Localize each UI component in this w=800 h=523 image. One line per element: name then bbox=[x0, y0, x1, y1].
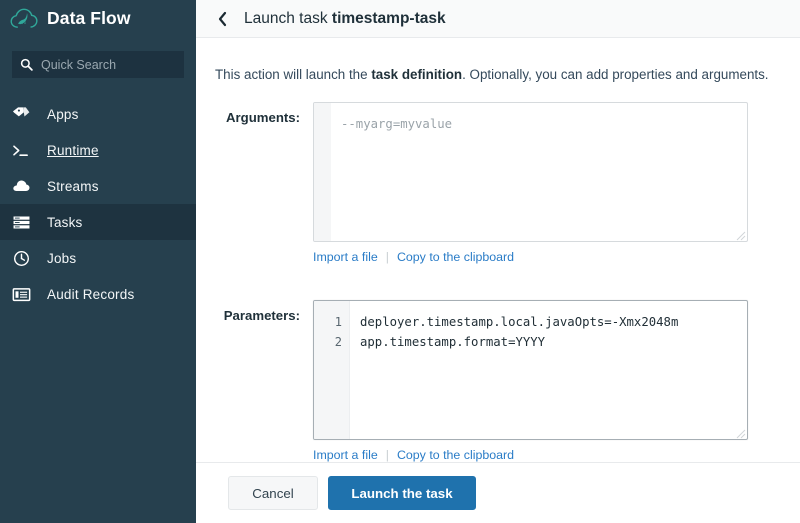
cloud-icon bbox=[11, 177, 31, 195]
sidebar-nav: Apps Runtime Streams Tasks Jobs Audit Re… bbox=[0, 96, 196, 312]
sidebar-item-label: Apps bbox=[47, 106, 79, 122]
parameters-line: deployer.timestamp.local.javaOpts=-Xmx20… bbox=[360, 315, 679, 330]
arguments-label: Arguments: bbox=[226, 110, 300, 126]
sidebar-item-label: Audit Records bbox=[47, 286, 135, 302]
search-input[interactable] bbox=[41, 57, 176, 72]
tags-icon bbox=[11, 105, 31, 123]
gutter-line-number: 1 bbox=[334, 315, 342, 330]
application-root: STU Data Flow Quick Search Apps Runtime … bbox=[0, 0, 800, 523]
sidebar-item-label: Jobs bbox=[47, 250, 77, 266]
parameters-link-separator: | bbox=[385, 448, 389, 462]
intro-bold: task definition bbox=[371, 67, 463, 82]
page-title-target: timestamp-task bbox=[331, 9, 446, 27]
parameters-resize-handle[interactable] bbox=[734, 426, 746, 439]
gutter-line-number: 2 bbox=[334, 335, 342, 350]
arguments-import-file-link[interactable]: Import a file bbox=[313, 250, 378, 264]
search-icon bbox=[20, 58, 33, 71]
terminal-icon bbox=[11, 141, 31, 159]
sidebar-item-label: Streams bbox=[47, 178, 99, 194]
cancel-button[interactable]: Cancel bbox=[228, 476, 318, 510]
parameters-field-row: Parameters: 12 deployer.timestamp.local.… bbox=[196, 300, 800, 462]
sidebar-item-runtime[interactable]: Runtime bbox=[0, 132, 196, 168]
form-body: This action will launch the task definit… bbox=[196, 38, 800, 462]
parameters-editor[interactable]: 12 deployer.timestamp.local.javaOpts=-Xm… bbox=[313, 300, 748, 441]
arguments-gutter bbox=[314, 103, 331, 242]
page-title: Launch task timestamp-task bbox=[244, 10, 446, 28]
list-card-icon bbox=[11, 285, 31, 303]
arguments-links: Import a file | Copy to the clipboard bbox=[313, 250, 748, 264]
sidebar-item-apps[interactable]: Apps bbox=[0, 96, 196, 132]
sidebar-item-jobs[interactable]: Jobs bbox=[0, 240, 196, 276]
launch-task-button[interactable]: Launch the task bbox=[328, 476, 476, 510]
parameters-copy-clipboard-link[interactable]: Copy to the clipboard bbox=[397, 448, 514, 462]
sidebar-item-label: Runtime bbox=[47, 142, 99, 158]
quick-search-box[interactable] bbox=[12, 51, 184, 78]
parameters-gutter: 12 bbox=[314, 301, 350, 440]
page-header: Launch task timestamp-task bbox=[196, 0, 800, 38]
arguments-link-separator: | bbox=[385, 250, 389, 265]
form-footer: Cancel Launch the task bbox=[196, 462, 800, 523]
intro-after: . Optionally, you can add properties and… bbox=[462, 67, 769, 82]
sidebar-item-label: Tasks bbox=[47, 214, 83, 230]
page-title-prefix: Launch task bbox=[244, 9, 332, 27]
parameters-import-file-link[interactable]: Import a file bbox=[313, 448, 378, 462]
arguments-editor[interactable]: --myarg=myvalue bbox=[313, 102, 748, 243]
arguments-editor-column: --myarg=myvalue Import a file | Copy to … bbox=[313, 102, 748, 264]
chevron-left-icon[interactable] bbox=[217, 11, 228, 27]
parameters-textarea[interactable]: deployer.timestamp.local.javaOpts=-Xmx20… bbox=[350, 301, 747, 439]
intro-text: This action will launch the task definit… bbox=[196, 38, 800, 83]
arguments-resize-handle[interactable] bbox=[734, 228, 746, 241]
sidebar-item-audit-records[interactable]: Audit Records bbox=[0, 276, 196, 312]
parameters-editor-column: 12 deployer.timestamp.local.javaOpts=-Xm… bbox=[313, 300, 748, 462]
svg-text:STU: STU bbox=[19, 21, 26, 25]
server-rack-icon bbox=[11, 213, 31, 231]
arguments-textarea[interactable]: --myarg=myvalue bbox=[331, 103, 747, 241]
main-content: Launch task timestamp-task This action w… bbox=[196, 0, 800, 523]
spring-cloud-leaf-icon: STU bbox=[10, 7, 38, 29]
parameters-line: app.timestamp.format=YYYY bbox=[360, 335, 546, 350]
arguments-copy-clipboard-link[interactable]: Copy to the clipboard bbox=[397, 250, 514, 264]
parameters-links: Import a file | Copy to the clipboard bbox=[313, 448, 748, 462]
arguments-field-row: Arguments: --myarg=myvalue Import a file… bbox=[196, 102, 800, 264]
sidebar-item-streams[interactable]: Streams bbox=[0, 168, 196, 204]
clock-icon bbox=[11, 249, 31, 267]
sidebar-item-tasks[interactable]: Tasks bbox=[0, 204, 196, 240]
intro-before: This action will launch the bbox=[215, 67, 372, 82]
parameters-label: Parameters: bbox=[223, 308, 300, 324]
brand-header[interactable]: STU Data Flow bbox=[0, 0, 196, 36]
brand-title: Data Flow bbox=[47, 7, 131, 28]
sidebar: STU Data Flow Quick Search Apps Runtime … bbox=[0, 0, 196, 523]
